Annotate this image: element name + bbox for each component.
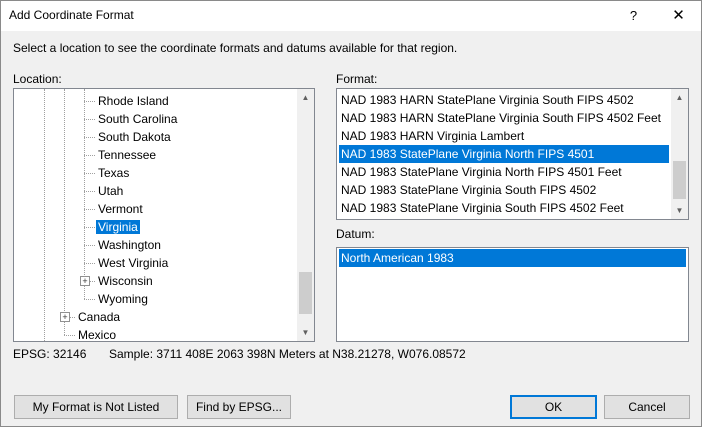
tree-item-label: Wyoming xyxy=(98,292,148,306)
tree-item-label: Wisconsin xyxy=(98,274,153,288)
help-button[interactable]: ? xyxy=(611,1,656,31)
tree-item[interactable]: Washington xyxy=(96,236,163,254)
tree-connector xyxy=(84,89,85,299)
tree-item-label: Virginia xyxy=(96,220,140,234)
datum-list[interactable]: North American 1983 xyxy=(336,247,689,342)
tree-item-label: South Dakota xyxy=(98,130,171,144)
tree-item[interactable]: Wyoming xyxy=(96,290,150,308)
tree-item-label: Tennessee xyxy=(98,148,157,162)
tree-item[interactable]: Tennessee xyxy=(96,146,158,164)
tree-item[interactable]: Vermont xyxy=(96,200,145,218)
expand-icon[interactable]: + xyxy=(80,276,90,286)
tree-connector xyxy=(64,89,65,335)
format-item[interactable]: NAD 1983 HARN StatePlane Virginia South … xyxy=(339,109,669,127)
expand-icon[interactable]: + xyxy=(60,312,70,322)
tree-connector xyxy=(64,335,75,336)
scroll-up-icon[interactable]: ▲ xyxy=(671,89,688,106)
title-bar: Add Coordinate Format ? ✕ xyxy=(1,1,701,31)
scroll-thumb[interactable] xyxy=(299,272,312,314)
tree-item-label: Rhode Island xyxy=(98,94,169,108)
location-label: Location: xyxy=(13,72,62,86)
tree-item[interactable]: Rhode Island xyxy=(96,92,171,110)
my-format-not-listed-button[interactable]: My Format is Not Listed xyxy=(14,395,178,419)
tree-connector xyxy=(84,101,95,102)
format-label: Format: xyxy=(336,72,378,86)
add-coordinate-format-dialog: Add Coordinate Format ? ✕ Select a locat… xyxy=(0,0,702,427)
close-icon[interactable]: ✕ xyxy=(656,1,701,31)
datum-label: Datum: xyxy=(336,227,375,241)
tree-item-label: Vermont xyxy=(98,202,143,216)
tree-item[interactable]: Utah xyxy=(96,182,125,200)
scroll-up-icon[interactable]: ▲ xyxy=(297,89,314,106)
location-tree[interactable]: + + Rhode Island South Carolina South Dakot… xyxy=(13,88,315,342)
tree-item-label: Canada xyxy=(78,310,121,324)
tree-connector xyxy=(84,137,95,138)
find-by-epsg-button[interactable]: Find by EPSG... xyxy=(187,395,291,419)
epsg-code: EPSG: 32146 xyxy=(13,347,87,361)
tree-connector xyxy=(84,155,95,156)
format-item[interactable]: NAD 1983 Virginia Lambert xyxy=(339,217,669,219)
datum-item[interactable]: North American 1983 xyxy=(339,249,686,267)
dialog-title: Add Coordinate Format xyxy=(9,8,134,22)
tree-connector xyxy=(44,89,45,341)
format-item[interactable]: NAD 1983 StatePlane Virginia North FIPS … xyxy=(339,145,669,163)
format-scrollbar[interactable]: ▲ ▼ xyxy=(671,89,688,219)
format-item[interactable]: NAD 1983 StatePlane Virginia South FIPS … xyxy=(339,181,669,199)
tree-connector xyxy=(84,173,95,174)
tree-connector xyxy=(84,119,95,120)
tree-item-label: Texas xyxy=(98,166,130,180)
cancel-button[interactable]: Cancel xyxy=(604,395,690,419)
tree-item[interactable]: Wisconsin xyxy=(96,272,155,290)
tree-item[interactable]: Mexico xyxy=(76,326,118,342)
scroll-down-icon[interactable]: ▼ xyxy=(671,202,688,219)
tree-connector xyxy=(84,209,95,210)
tree-item-label: Washington xyxy=(98,238,161,252)
tree-item[interactable]: Canada xyxy=(76,308,122,326)
tree-connector xyxy=(84,227,95,228)
tree-connector xyxy=(84,263,95,264)
format-item[interactable]: NAD 1983 StatePlane Virginia North FIPS … xyxy=(339,163,669,181)
format-item[interactable]: NAD 1983 StatePlane Virginia South FIPS … xyxy=(339,199,669,217)
instruction-text: Select a location to see the coordinate … xyxy=(13,41,458,55)
format-item[interactable]: NAD 1983 HARN StatePlane Virginia South … xyxy=(339,91,669,109)
tree-connector xyxy=(84,245,95,246)
ok-button[interactable]: OK xyxy=(510,395,597,419)
location-scrollbar[interactable]: ▲ ▼ xyxy=(297,89,314,341)
tree-item[interactable]: South Carolina xyxy=(96,110,179,128)
tree-item[interactable]: Virginia xyxy=(96,218,140,236)
format-list[interactable]: NAD 1983 HARN StatePlane Virginia South … xyxy=(336,88,689,220)
sample-coordinate: Sample: 3711 408E 2063 398N Meters at N3… xyxy=(109,347,466,361)
tree-connector xyxy=(84,299,95,300)
tree-item[interactable]: South Dakota xyxy=(96,128,173,146)
scroll-thumb[interactable] xyxy=(673,161,686,199)
tree-item-label: Utah xyxy=(98,184,124,198)
scroll-down-icon[interactable]: ▼ xyxy=(297,324,314,341)
tree-connector xyxy=(84,191,95,192)
tree-item-label: West Virginia xyxy=(98,256,169,270)
tree-item[interactable]: Texas xyxy=(96,164,131,182)
format-item[interactable]: NAD 1983 HARN Virginia Lambert xyxy=(339,127,669,145)
tree-item[interactable]: West Virginia xyxy=(96,254,170,272)
tree-item-label: South Carolina xyxy=(98,112,178,126)
tree-item-label: Mexico xyxy=(78,328,117,342)
